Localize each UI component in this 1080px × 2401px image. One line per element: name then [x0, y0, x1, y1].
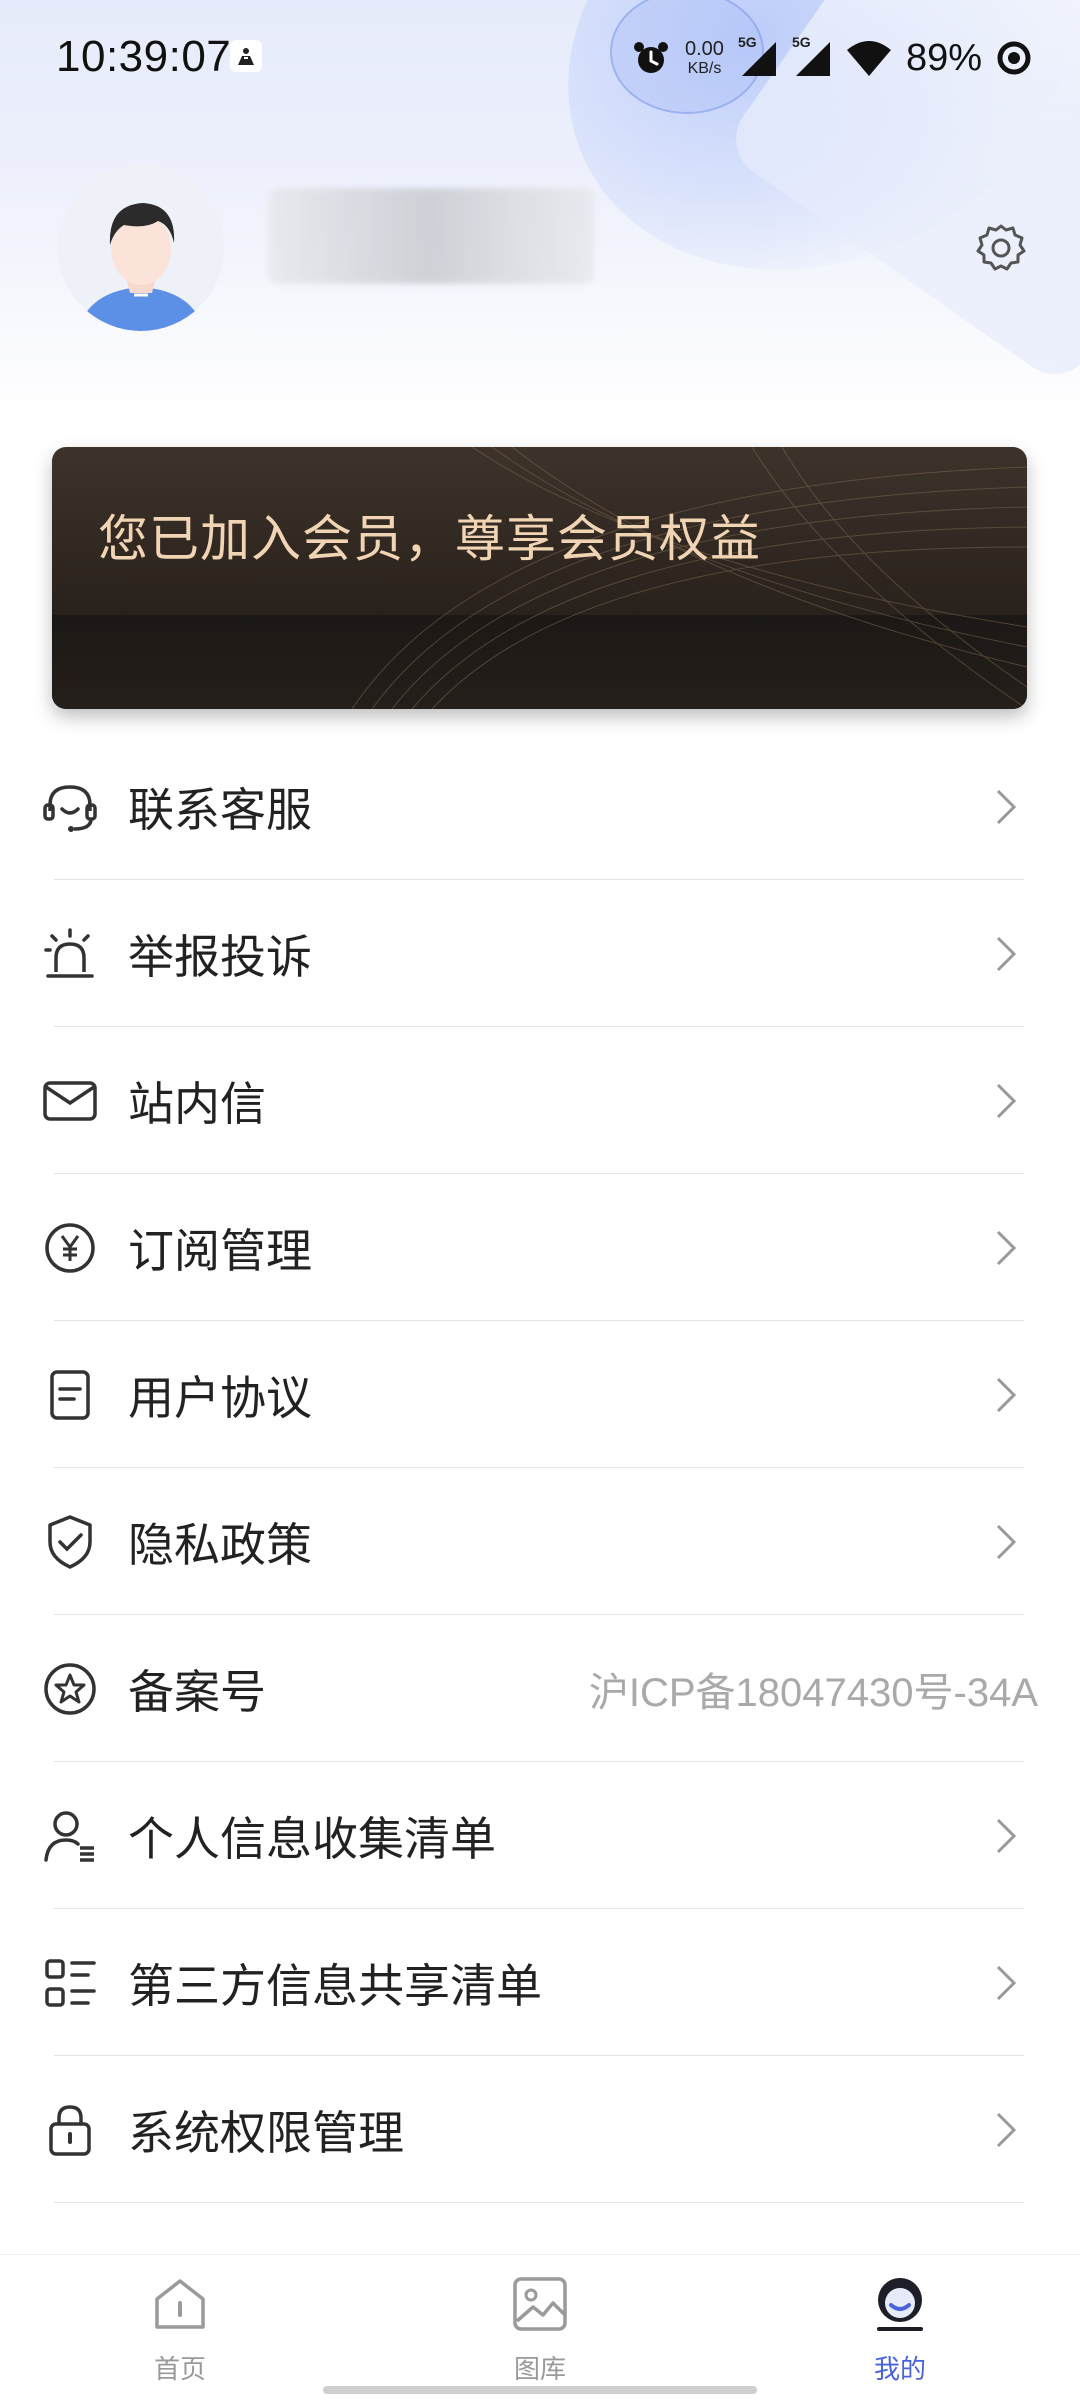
network-speed-value: 0.00: [685, 38, 724, 60]
chevron-right-icon: [996, 1965, 1017, 2000]
lock-icon: [49, 2104, 91, 2156]
tab-label: 首页: [153, 2355, 206, 2385]
signal-type: 5G: [791, 34, 811, 50]
menu-item-icp-record: 备案号 沪ICP备18047430号-34A: [0, 1615, 1080, 1762]
settings-button[interactable]: [976, 222, 1026, 272]
status-bar: 10:39:07 0.00 KB/s 5G 5G 89%: [0, 0, 1080, 115]
signal-type: 5G: [737, 34, 757, 50]
alarm-icon: [44, 927, 94, 978]
menu-item-privacy-policy[interactable]: 隐私政策: [0, 1468, 1080, 1615]
user-avatar-icon: [58, 165, 224, 331]
tab-gallery[interactable]: 图库: [440, 2255, 640, 2401]
avatar[interactable]: [58, 165, 224, 331]
yen-coin-icon: [45, 1222, 95, 1273]
banner-decoration: [351, 447, 1027, 709]
home-icon: [155, 2279, 205, 2329]
document-icon: [50, 1369, 90, 1420]
mail-icon: [43, 1080, 97, 1121]
list-grid-icon: [45, 1958, 96, 2007]
menu-item-label: 用户协议: [128, 1370, 312, 1425]
menu-item-label: 第三方信息共享清单: [128, 1958, 542, 2013]
battery-percentage: 89%: [905, 36, 982, 79]
menu-item-report[interactable]: 举报投诉: [0, 880, 1080, 1027]
gear-icon: [976, 224, 1026, 271]
tab-profile[interactable]: 我的: [800, 2255, 1000, 2401]
gallery-icon: [513, 2277, 567, 2331]
tab-home[interactable]: 首页: [80, 2255, 280, 2401]
menu-item-customer-service[interactable]: 联系客服: [0, 733, 1080, 880]
menu-item-label: 站内信: [128, 1076, 266, 1131]
menu-item-label: 系统权限管理: [128, 2105, 404, 2160]
username-blurred: [268, 188, 594, 284]
headset-icon: [43, 784, 97, 832]
network-speed: 0.00 KB/s: [685, 39, 724, 77]
alarm-clock-icon: [634, 42, 668, 73]
menu-item-label: 联系客服: [128, 782, 312, 837]
star-circle-icon: [44, 1662, 96, 1715]
settings-menu: 联系客服 举报投诉 站内信 订阅管理 用户协议 隐私政策 备案号 沪ICP备18…: [0, 733, 1080, 2203]
chevron-right-icon: [996, 789, 1017, 824]
notification-icon: [230, 40, 262, 72]
chevron-right-icon: [996, 1083, 1017, 1118]
menu-item-label: 举报投诉: [128, 929, 312, 984]
member-banner-text: 您已加入会员，尊享会员权益: [98, 510, 761, 568]
signal-icon: 5G: [738, 34, 778, 78]
tab-label: 我的: [873, 2355, 926, 2385]
status-time: 10:39:07: [56, 32, 232, 81]
shield-check-icon: [48, 1514, 92, 1569]
menu-item-inbox[interactable]: 站内信: [0, 1027, 1080, 1174]
signal-icon: 5G: [792, 34, 832, 78]
chevron-right-icon: [996, 1524, 1017, 1559]
menu-item-label: 订阅管理: [128, 1223, 312, 1278]
menu-item-personal-info-list[interactable]: 个人信息收集清单: [0, 1762, 1080, 1909]
menu-item-label: 备案号: [128, 1664, 266, 1719]
chevron-right-icon: [996, 1818, 1017, 1853]
network-speed-unit: KB/s: [687, 60, 722, 77]
member-banner[interactable]: 您已加入会员，尊享会员权益: [52, 447, 1027, 709]
divider: [54, 2202, 1024, 2203]
menu-item-user-agreement[interactable]: 用户协议: [0, 1321, 1080, 1468]
menu-item-label: 个人信息收集清单: [128, 1811, 496, 1866]
chevron-right-icon: [996, 2112, 1017, 2147]
menu-item-system-permissions[interactable]: 系统权限管理: [0, 2056, 1080, 2203]
menu-item-subscription[interactable]: 订阅管理: [0, 1174, 1080, 1321]
tab-label: 图库: [513, 2355, 566, 2385]
chevron-right-icon: [996, 1377, 1017, 1412]
chevron-right-icon: [996, 936, 1017, 971]
menu-item-label: 隐私政策: [128, 1517, 312, 1572]
person-list-icon: [44, 1810, 94, 1862]
chevron-right-icon: [996, 1230, 1017, 1265]
wifi-icon: [846, 41, 891, 76]
battery-ring-icon: [997, 41, 1031, 75]
bottom-tab-bar: 首页 图库 我的: [0, 2254, 1080, 2401]
icp-number: 沪ICP备18047430号-34A: [588, 1670, 1038, 1715]
home-indicator[interactable]: [323, 2386, 757, 2394]
profile-icon: [877, 2278, 923, 2331]
menu-item-third-party-sharing[interactable]: 第三方信息共享清单: [0, 1909, 1080, 2056]
